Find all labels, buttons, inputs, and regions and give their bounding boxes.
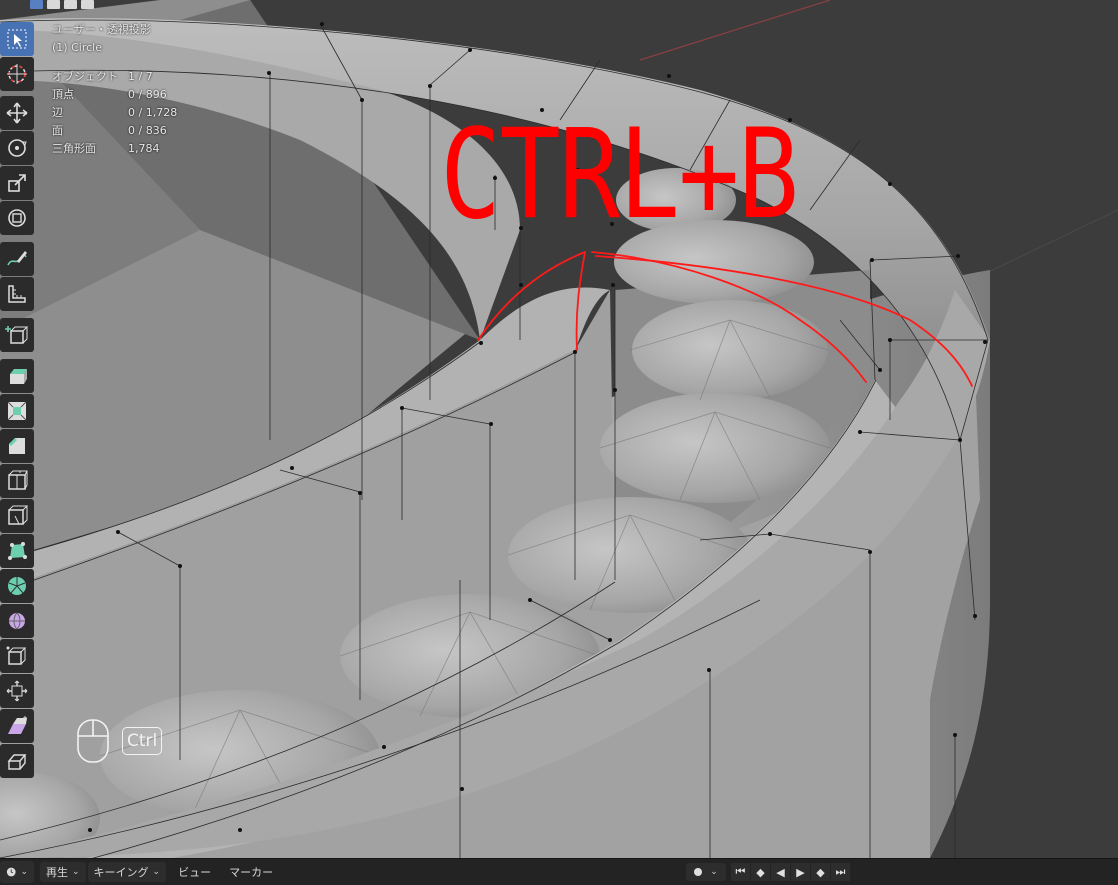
- auto-keying-toggle[interactable]: ⌄: [686, 863, 726, 881]
- view-name: ユーザー・透視投影: [52, 23, 151, 36]
- editor-type-button[interactable]: ⌄: [0, 861, 34, 883]
- knife-icon[interactable]: [0, 499, 34, 533]
- stat-label: 面: [52, 124, 63, 137]
- active-object: (1) Circle: [52, 41, 102, 54]
- keying-label: キーイング: [93, 866, 149, 879]
- stat-value: 0 / 1,728: [128, 106, 178, 119]
- stat-value: 0 / 836: [128, 124, 167, 137]
- shortcut-annotation: CTRL+B: [440, 103, 799, 247]
- extra-select-icon[interactable]: [81, 0, 94, 9]
- loop-cut-icon[interactable]: [0, 464, 34, 498]
- inset-icon[interactable]: [0, 394, 34, 428]
- stat-row: 面 0 / 836: [52, 122, 177, 140]
- chevron-down-icon: ⌄: [20, 867, 28, 877]
- stat-row: 頂点 0 / 896: [52, 86, 177, 104]
- extrude-icon[interactable]: [0, 359, 34, 393]
- playback-label: 再生: [46, 866, 68, 879]
- next-keyframe-icon[interactable]: ◆: [811, 863, 830, 881]
- jump-start-icon[interactable]: ⏮: [731, 863, 750, 881]
- face-select-icon[interactable]: [64, 0, 77, 9]
- chevron-down-icon: ⌄: [710, 867, 718, 877]
- measure-icon[interactable]: [0, 277, 34, 311]
- stat-label: 辺: [52, 106, 63, 119]
- stat-label: 三角形面: [52, 142, 96, 155]
- bevel-icon[interactable]: [0, 429, 34, 463]
- scene-statistics: オブジェクト 1 / 7 頂点 0 / 896 辺 0 / 1,728 面 0 / 83…: [52, 68, 177, 158]
- clock-icon: [6, 867, 16, 877]
- stat-label: 頂点: [52, 88, 74, 101]
- select-box-icon[interactable]: [0, 22, 34, 56]
- edge-select-icon[interactable]: [47, 0, 60, 9]
- smooth-icon[interactable]: [0, 604, 34, 638]
- play-reverse-icon[interactable]: ◀: [771, 863, 790, 881]
- move-icon[interactable]: [0, 96, 34, 130]
- marker-menu[interactable]: マーカー: [223, 862, 279, 882]
- stat-row: 辺 0 / 1,728: [52, 104, 177, 122]
- marker-label: マーカー: [229, 866, 274, 879]
- poly-build-icon[interactable]: [0, 534, 34, 568]
- scale-icon[interactable]: [0, 166, 34, 200]
- stat-label: オブジェクト: [52, 70, 118, 83]
- spin-icon[interactable]: [0, 569, 34, 603]
- playback-menu[interactable]: 再生 ⌄: [40, 862, 86, 882]
- jump-end-icon[interactable]: ⏭: [831, 863, 850, 881]
- chevron-down-icon: ⌄: [152, 867, 161, 877]
- chevron-down-icon: ⌄: [72, 867, 80, 877]
- stat-row: 三角形面 1,784: [52, 140, 177, 158]
- record-icon: [694, 868, 703, 876]
- timeline-header: ⌄ 再生 ⌄ キーイング ⌄ ビュー マーカー: [0, 858, 1118, 885]
- play-icon[interactable]: ▶: [791, 863, 810, 881]
- annotate-icon[interactable]: [0, 242, 34, 276]
- shear-icon[interactable]: [0, 709, 34, 743]
- stat-value: 1,784: [128, 142, 160, 155]
- stat-row: オブジェクト 1 / 7: [52, 68, 177, 86]
- add-cube-icon[interactable]: [0, 318, 34, 352]
- keying-menu[interactable]: キーイング ⌄: [87, 862, 167, 882]
- prev-keyframe-icon[interactable]: ◆: [751, 863, 770, 881]
- playback-controls: ⏮ ◆ ◀ ▶ ◆ ⏭: [731, 863, 850, 881]
- vertex-select-icon[interactable]: [30, 0, 43, 9]
- rip-icon[interactable]: [0, 744, 34, 778]
- rotate-icon[interactable]: [0, 131, 34, 165]
- view-menu[interactable]: ビュー: [172, 862, 217, 882]
- select-mode-icons[interactable]: [30, 0, 94, 10]
- edge-slide-icon[interactable]: [0, 639, 34, 673]
- cursor-icon[interactable]: [0, 57, 34, 91]
- shrink-fatten-icon[interactable]: [0, 674, 34, 708]
- viewport-info: ユーザー・透視投影 (1) Circle: [52, 21, 151, 57]
- stat-value: 1 / 7: [128, 70, 153, 83]
- transform-icon[interactable]: [0, 201, 34, 235]
- mouse-icon: [76, 718, 110, 768]
- ctrl-key-badge: Ctrl: [122, 727, 163, 755]
- 3d-viewport[interactable]: ユーザー・透視投影 (1) Circle オブジェクト 1 / 7 頂点 0 / 8…: [0, 0, 1118, 858]
- view-label: ビュー: [178, 866, 212, 879]
- tool-shelf: [0, 22, 34, 778]
- stat-value: 0 / 896: [128, 88, 167, 101]
